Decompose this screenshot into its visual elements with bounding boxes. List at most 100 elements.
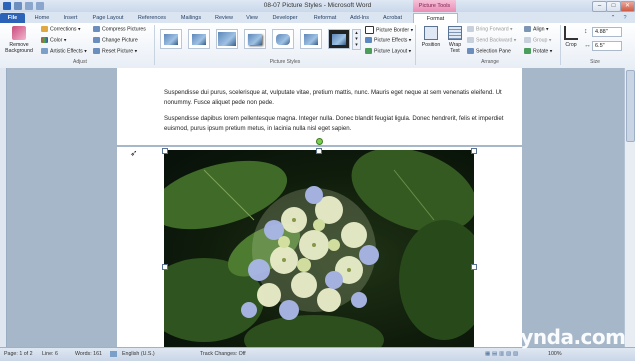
- tab-home[interactable]: Home: [30, 13, 54, 23]
- picture-border-icon: [365, 26, 374, 34]
- send-backward-icon: [467, 37, 474, 43]
- rotate-handle[interactable]: [316, 138, 323, 145]
- picture-tools-header: Picture Tools: [413, 0, 456, 12]
- align-label: Align: [533, 26, 545, 33]
- group-label: Group: [533, 37, 548, 44]
- adjust-group-label: Adjust: [73, 59, 87, 65]
- rotate-button[interactable]: Rotate ▾: [524, 48, 552, 55]
- scrollbar-thumb[interactable]: [626, 70, 635, 142]
- send-backward-label: Send Backward: [476, 37, 513, 44]
- close-button[interactable]: ✕: [620, 1, 635, 12]
- picture-style-6[interactable]: [300, 29, 322, 49]
- align-icon: [524, 26, 531, 32]
- align-button[interactable]: Align ▾: [524, 26, 549, 33]
- picture-effects-icon: [365, 37, 372, 43]
- group-separator: [154, 25, 155, 65]
- bring-forward-label: Bring Forward: [476, 26, 509, 33]
- group-button[interactable]: Group ▾: [524, 37, 551, 44]
- status-bar: Page: 1 of 2 Line: 6 Words: 161 English …: [0, 347, 635, 361]
- tab-acrobat[interactable]: Acrobat: [376, 13, 409, 23]
- remove-background-button[interactable]: Remove Background: [4, 26, 34, 56]
- compress-label: Compress Pictures: [102, 26, 146, 33]
- selection-pane-icon: [467, 48, 474, 54]
- status-track-changes[interactable]: Track Changes: Off: [200, 351, 246, 357]
- position-icon: [424, 26, 438, 40]
- picture-effects-button[interactable]: Picture Effects ▾: [365, 37, 411, 44]
- vertical-ruler: [0, 68, 7, 347]
- reset-picture-icon: [93, 48, 100, 54]
- crop-icon: [564, 26, 578, 40]
- resize-handle-top-left[interactable]: [162, 148, 168, 154]
- paragraph-2[interactable]: Suspendisse dapibus lorem pellentesque m…: [164, 114, 504, 134]
- height-input[interactable]: 4.88": [592, 27, 622, 37]
- resize-handle-top-right[interactable]: [471, 148, 477, 154]
- help-icon[interactable]: ?: [620, 13, 630, 23]
- position-label: Position: [421, 42, 441, 48]
- tab-view[interactable]: View: [241, 13, 263, 23]
- change-picture-button[interactable]: Change Picture: [93, 37, 138, 44]
- hydrangea-illustration: [164, 150, 474, 347]
- width-input[interactable]: 6.5": [592, 41, 622, 51]
- maximize-button[interactable]: □: [606, 1, 621, 12]
- position-button[interactable]: Position: [419, 26, 443, 56]
- picture-border-button[interactable]: Picture Border ▾: [365, 26, 413, 34]
- tab-insert[interactable]: Insert: [57, 13, 84, 23]
- picture-style-5[interactable]: [272, 29, 294, 49]
- status-language[interactable]: English (U.S.): [122, 351, 155, 357]
- picture-style-1[interactable]: [160, 29, 182, 49]
- picture-layout-button[interactable]: Picture Layout ▾: [365, 48, 411, 55]
- group-separator: [415, 25, 416, 65]
- tab-review[interactable]: Review: [210, 13, 238, 23]
- corrections-button[interactable]: Corrections ▾: [41, 26, 81, 33]
- crop-button[interactable]: Crop: [563, 26, 579, 56]
- bring-forward-button[interactable]: Bring Forward ▾: [467, 26, 513, 33]
- vertical-scrollbar[interactable]: [624, 68, 635, 347]
- reset-picture-label: Reset Picture: [102, 48, 134, 55]
- height-icon: ↕: [584, 28, 588, 35]
- send-backward-button[interactable]: Send Backward ▾: [467, 37, 516, 44]
- view-buttons-icon[interactable]: ▦▤▥▧▨: [485, 351, 520, 357]
- wrap-text-button[interactable]: Wrap Text: [445, 26, 465, 56]
- resize-handle-right[interactable]: [471, 264, 477, 270]
- tab-page-layout[interactable]: Page Layout: [88, 13, 128, 23]
- picture-style-7[interactable]: [328, 29, 350, 49]
- resize-handle-left[interactable]: [162, 264, 168, 270]
- hydrangea-picture[interactable]: [164, 150, 474, 347]
- picture-styles-group-label: Picture Styles: [269, 59, 301, 65]
- minimize-ribbon-icon[interactable]: ⌃: [608, 13, 618, 23]
- corrections-icon: [41, 26, 48, 32]
- resize-handle-top[interactable]: [316, 148, 322, 154]
- artistic-effects-label: Artistic Effects: [50, 48, 83, 55]
- tab-file[interactable]: File: [0, 13, 25, 23]
- picture-style-3[interactable]: [216, 29, 238, 49]
- selection-pane-button[interactable]: Selection Pane: [467, 48, 511, 55]
- tab-mailings[interactable]: Mailings: [175, 13, 207, 23]
- minimize-button[interactable]: –: [592, 1, 607, 12]
- page-break: [117, 145, 522, 147]
- proofing-icon[interactable]: [110, 351, 117, 357]
- color-button[interactable]: Color ▾: [41, 37, 66, 44]
- paragraph-1[interactable]: Suspendisse dui purus, scelerisque at, v…: [164, 88, 504, 108]
- status-words[interactable]: Words: 161: [75, 351, 102, 357]
- gallery-scroll-buttons[interactable]: ▴ ▾ ▾: [352, 29, 361, 50]
- picture-border-label: Picture Border: [376, 27, 410, 34]
- reset-picture-button[interactable]: Reset Picture ▾: [93, 48, 137, 55]
- picture-style-2[interactable]: [188, 29, 210, 49]
- color-icon: [41, 37, 48, 43]
- remove-background-icon: [12, 26, 26, 40]
- corrections-label: Corrections: [50, 26, 77, 33]
- status-page[interactable]: Page: 1 of 2: [4, 351, 33, 357]
- picture-style-4[interactable]: [244, 29, 266, 49]
- document-area: Suspendisse dui purus, scelerisque at, v…: [0, 68, 635, 347]
- artistic-effects-button[interactable]: Artistic Effects ▾: [41, 48, 87, 55]
- status-zoom[interactable]: 100%: [548, 351, 562, 357]
- tab-reformat[interactable]: Reformat: [307, 13, 343, 23]
- title-bar: 08-07 Picture Styles - Microsoft Word Pi…: [0, 0, 635, 12]
- group-separator: [560, 25, 561, 65]
- tab-add-ins[interactable]: Add-Ins: [346, 13, 373, 23]
- compress-pictures-button[interactable]: Compress Pictures: [93, 26, 146, 33]
- tab-references[interactable]: References: [132, 13, 172, 23]
- tab-developer[interactable]: Developer: [266, 13, 304, 23]
- lynda-watermark: lynda.com: [514, 325, 626, 349]
- ribbon: Remove Background Corrections ▾ Color ▾ …: [0, 23, 635, 69]
